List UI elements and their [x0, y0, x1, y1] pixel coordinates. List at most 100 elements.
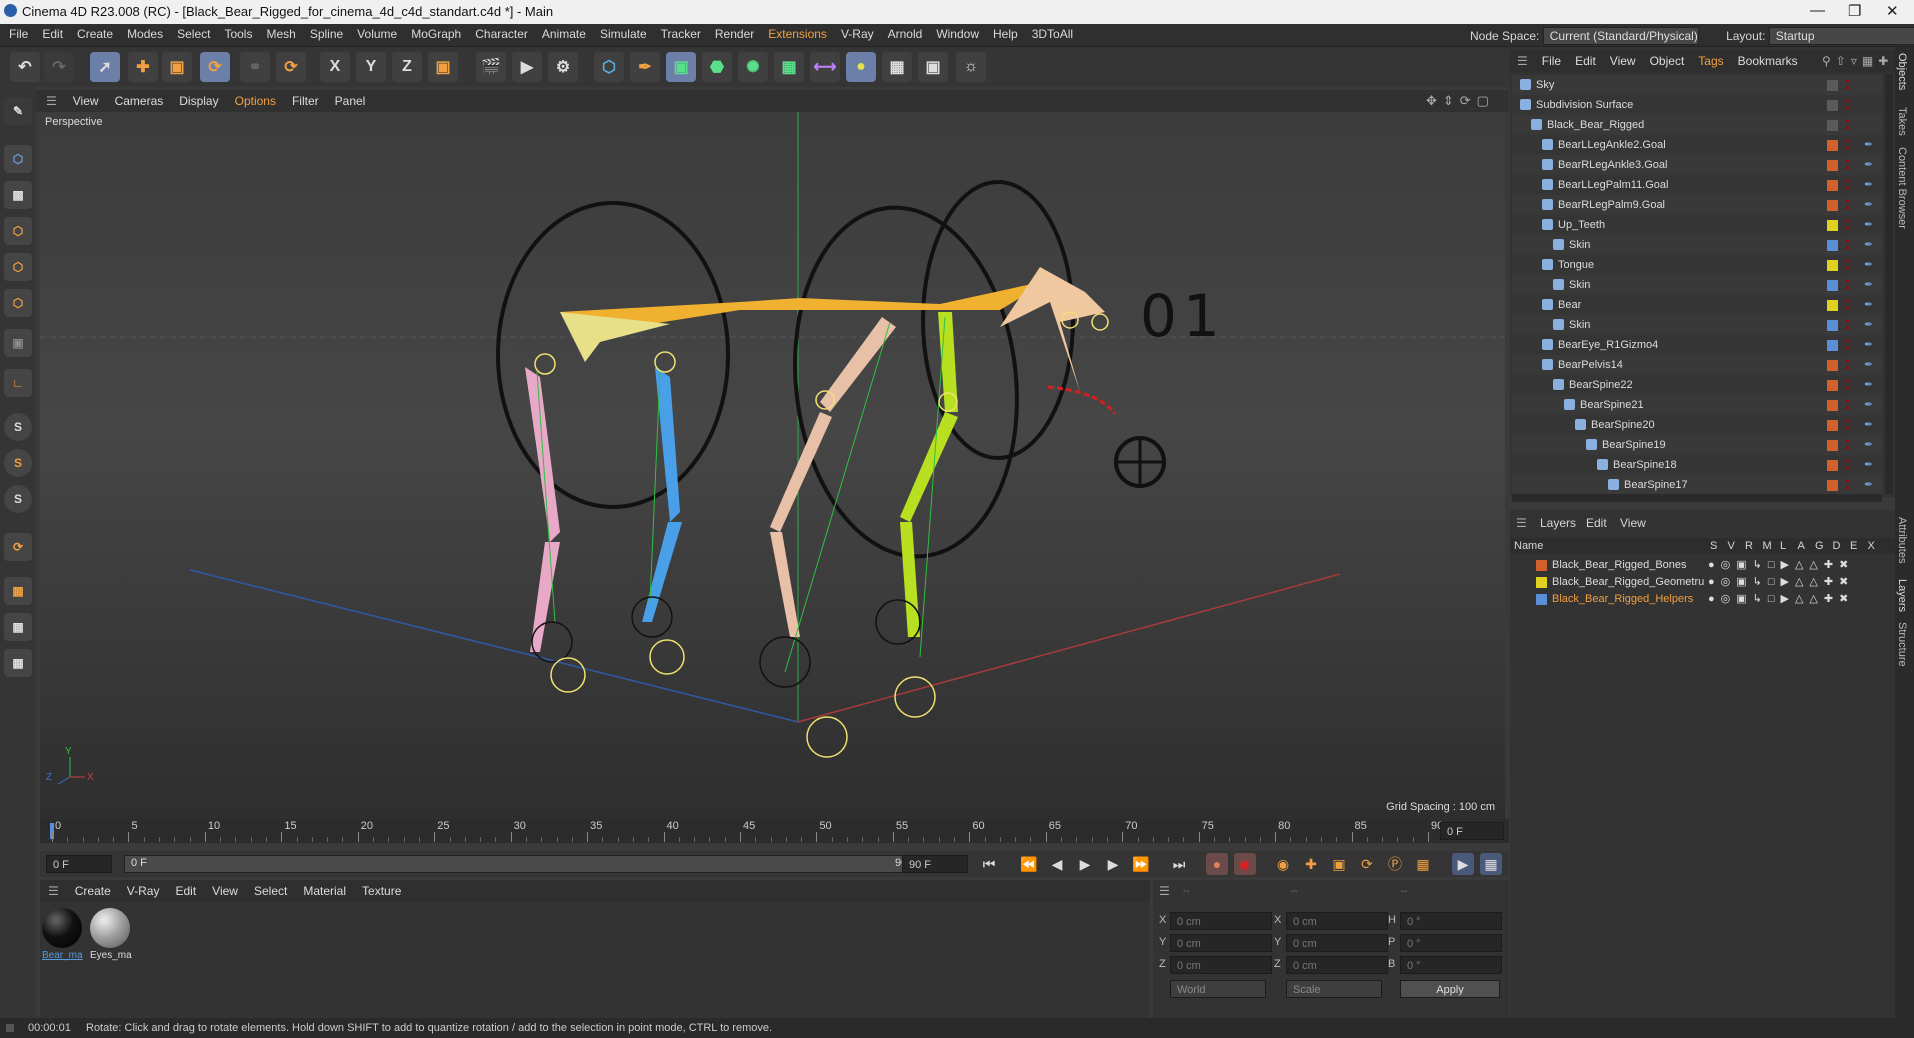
- layer-color-swatch[interactable]: [1536, 560, 1547, 571]
- visibility-dots-icon[interactable]: ● ●: [1845, 158, 1850, 172]
- visibility-dots-icon[interactable]: ● ●: [1845, 258, 1850, 272]
- object-menu-tags[interactable]: Tags: [1691, 50, 1730, 68]
- menu-volume[interactable]: Volume: [350, 24, 404, 41]
- key-param-icon[interactable]: Ⓟ: [1384, 853, 1406, 875]
- cube-icon[interactable]: ⬡: [594, 52, 624, 82]
- visibility-dots-icon[interactable]: ● ●: [1845, 458, 1850, 472]
- undo-icon[interactable]: ↶: [10, 52, 40, 82]
- tag-icon[interactable]: ✒: [1864, 335, 1873, 355]
- next-frame-icon[interactable]: ▶: [1102, 853, 1124, 875]
- layer-color-swatch[interactable]: [1827, 460, 1838, 471]
- viewport-menu-cameras[interactable]: Cameras: [107, 90, 172, 108]
- visibility-dots-icon[interactable]: ● ●: [1845, 278, 1850, 292]
- menu-mesh[interactable]: Mesh: [259, 24, 302, 41]
- apply-button[interactable]: Apply: [1400, 980, 1500, 998]
- generator-icon[interactable]: ⬣: [702, 52, 732, 82]
- tab-attributes[interactable]: Attributes: [1896, 517, 1908, 563]
- layer-color-swatch[interactable]: [1827, 440, 1838, 451]
- tag-icon[interactable]: ✒: [1864, 235, 1873, 255]
- tag-icon[interactable]: ✒: [1864, 195, 1873, 215]
- material-menu-texture[interactable]: Texture: [354, 880, 409, 898]
- restore-icon[interactable]: ❐: [1848, 2, 1861, 20]
- visibility-dots-icon[interactable]: ● ●: [1845, 78, 1850, 92]
- texture-mode-icon[interactable]: ▩: [4, 181, 32, 209]
- menu-character[interactable]: Character: [468, 24, 535, 41]
- start-frame-field[interactable]: 0 F: [46, 855, 112, 873]
- minimize-icon[interactable]: —: [1810, 2, 1825, 19]
- viewport-menu-options[interactable]: Options: [227, 90, 284, 108]
- uv-mode-icon[interactable]: ▣: [4, 329, 32, 357]
- object-row[interactable]: BearLLegAnkle2.Goal ● ● ✒: [1512, 135, 1882, 155]
- coord-scale-dropdown[interactable]: Scale: [1286, 980, 1382, 998]
- polygons-mode-icon[interactable]: ⬡: [4, 289, 32, 317]
- recent-tool-icon[interactable]: ⚭: [240, 52, 270, 82]
- go-to-start-icon[interactable]: ⏮: [978, 853, 1000, 875]
- points-mode-icon[interactable]: ⬡: [4, 217, 32, 245]
- menu-spline[interactable]: Spline: [303, 24, 350, 41]
- subdivision-icon[interactable]: ▣: [666, 52, 696, 82]
- light-icon[interactable]: ☼: [956, 52, 986, 82]
- layer-row[interactable]: Black_Bear_Rigged_Helpers ●◎▣↳□▶△△✚✖: [1512, 591, 1882, 608]
- layer-color-swatch[interactable]: [1536, 577, 1547, 588]
- tab-structure[interactable]: Structure: [1896, 622, 1908, 667]
- visibility-dots-icon[interactable]: ● ●: [1845, 138, 1850, 152]
- object-hamburger-icon[interactable]: ☰: [1510, 50, 1535, 68]
- motion-system-icon[interactable]: ▶: [1452, 853, 1474, 875]
- viewport-hamburger-icon[interactable]: ☰: [36, 90, 65, 108]
- coord-pos-y[interactable]: 0 cm: [1170, 934, 1272, 952]
- keyframe-selection-icon[interactable]: ◉: [1272, 853, 1294, 875]
- tab-takes[interactable]: Takes: [1896, 107, 1908, 136]
- material-swatch[interactable]: Eyes_ma: [90, 908, 132, 966]
- cloner-icon[interactable]: ✺: [738, 52, 768, 82]
- object-menu-edit[interactable]: Edit: [1568, 50, 1603, 68]
- object-toolbar-icons[interactable]: ⚲⇧▿▦✚: [1822, 54, 1893, 68]
- object-scrollbar-v[interactable]: [1885, 74, 1893, 494]
- object-row[interactable]: Up_Teeth ● ● ✒: [1512, 215, 1882, 235]
- menu-simulate[interactable]: Simulate: [593, 24, 654, 41]
- object-menu-view[interactable]: View: [1603, 50, 1643, 68]
- mode-icon[interactable]: ✎: [4, 97, 32, 125]
- layer-color-swatch[interactable]: [1827, 80, 1838, 91]
- play-icon[interactable]: ▶: [1074, 853, 1096, 875]
- tab-content-browser[interactable]: Content Browser: [1896, 147, 1908, 229]
- timeline-window-icon[interactable]: ▦: [1480, 853, 1502, 875]
- object-row[interactable]: Sky ● ●: [1512, 75, 1882, 95]
- previous-frame-icon[interactable]: ◀: [1046, 853, 1068, 875]
- snap-settings-icon[interactable]: S: [4, 449, 32, 477]
- visibility-dots-icon[interactable]: ● ●: [1845, 378, 1850, 392]
- visibility-dots-icon[interactable]: ● ●: [1845, 298, 1850, 312]
- x-axis-lock[interactable]: X: [320, 52, 350, 82]
- layer-color-swatch[interactable]: [1827, 260, 1838, 271]
- layer-color-swatch[interactable]: [1827, 120, 1838, 131]
- layer-color-swatch[interactable]: [1827, 360, 1838, 371]
- object-menu-file[interactable]: File: [1535, 50, 1568, 68]
- coord-size-y[interactable]: 0 cm: [1286, 934, 1388, 952]
- tag-icon[interactable]: ✒: [1864, 435, 1873, 455]
- layer-color-swatch[interactable]: [1827, 200, 1838, 211]
- autokey-icon[interactable]: ◉: [1234, 853, 1256, 875]
- menu-animate[interactable]: Animate: [535, 24, 593, 41]
- visibility-dots-icon[interactable]: ● ●: [1845, 418, 1850, 432]
- magnet-icon[interactable]: ⟳: [4, 533, 32, 561]
- transform-tool-icon[interactable]: ⟳: [276, 52, 306, 82]
- visibility-dots-icon[interactable]: ● ●: [1845, 438, 1850, 452]
- menu-mograph[interactable]: MoGraph: [404, 24, 468, 41]
- layer-color-swatch[interactable]: [1827, 380, 1838, 391]
- render-settings-icon[interactable]: ⚙: [548, 52, 578, 82]
- menu-tracker[interactable]: Tracker: [654, 24, 708, 41]
- visibility-dots-icon[interactable]: ● ●: [1845, 238, 1850, 252]
- object-scrollbar-h[interactable]: [1512, 494, 1882, 502]
- previous-key-icon[interactable]: ⏪: [1018, 853, 1040, 875]
- object-row[interactable]: Skin ● ● ✒: [1512, 275, 1882, 295]
- tab-layers[interactable]: Layers: [1896, 579, 1908, 612]
- tag-icon[interactable]: ✒: [1864, 255, 1873, 275]
- frame-range-slider[interactable]: 0 F 90 F: [124, 855, 924, 873]
- node-space-dropdown[interactable]: Current (Standard/Physical): [1542, 27, 1699, 45]
- visibility-dots-icon[interactable]: ● ●: [1845, 358, 1850, 372]
- coord-rot-b[interactable]: 0 °: [1400, 956, 1502, 974]
- object-row[interactable]: Subdivision Surface ● ●: [1512, 95, 1882, 115]
- tag-icon[interactable]: ✒: [1864, 475, 1873, 495]
- move-tool-icon[interactable]: ✚: [128, 52, 158, 82]
- tag-icon[interactable]: ✒: [1864, 415, 1873, 435]
- tag-icon[interactable]: ✒: [1864, 175, 1873, 195]
